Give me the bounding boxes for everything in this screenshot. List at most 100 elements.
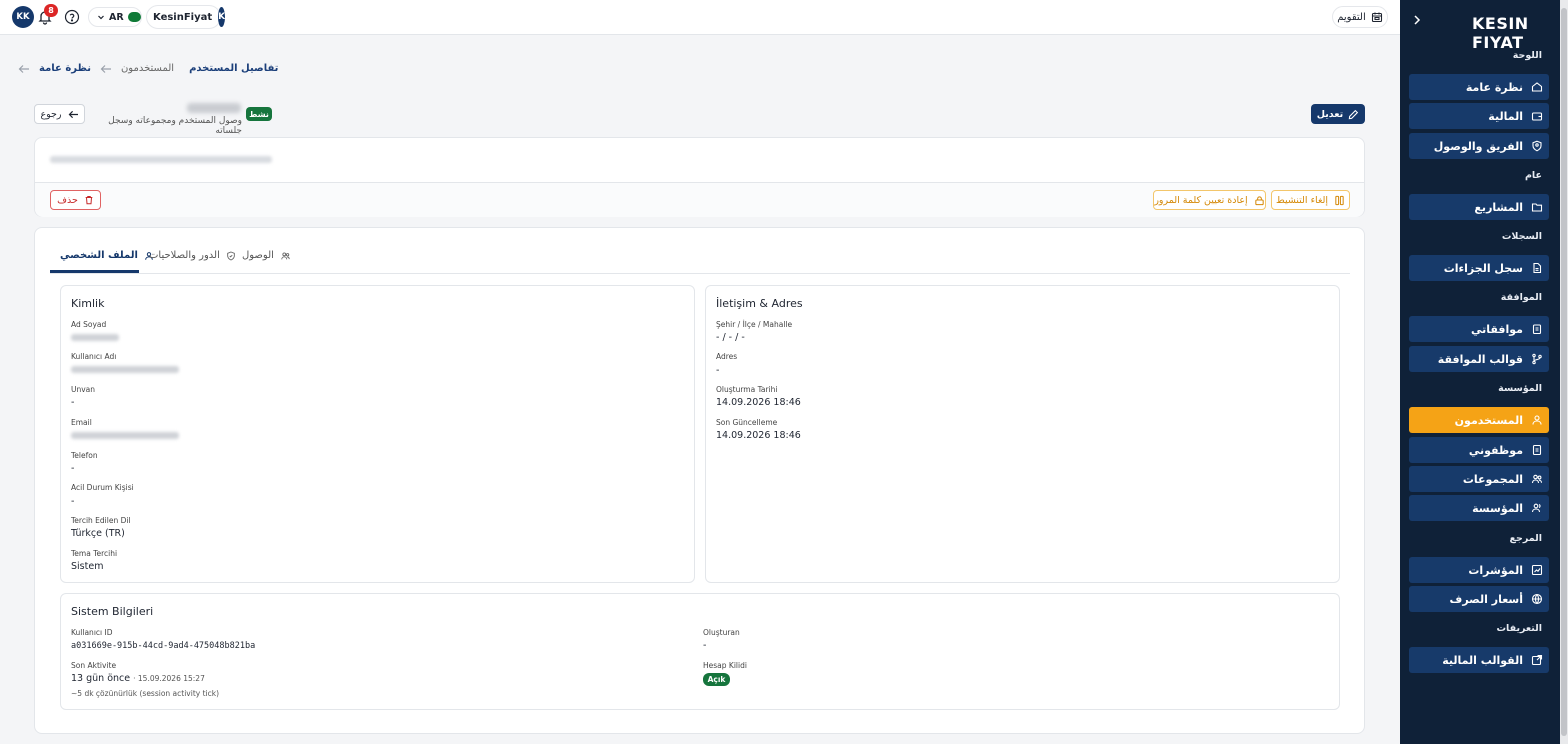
last-activity-relative: 13 gün önce <box>71 673 131 684</box>
sidebar-item-label: القوالب المالية <box>1442 653 1523 667</box>
section-dashboard: اللوحة <box>1512 50 1542 61</box>
field-label: Şehir / İlçe / Mahalle <box>716 320 793 329</box>
tab-roles[interactable]: الدور والصلاحيات <box>149 250 236 261</box>
field-value: 14.09.2026 18:46 <box>716 430 801 441</box>
edit-button[interactable]: تعديل <box>1311 104 1365 124</box>
sidebar-item-my-employees[interactable]: موظفوني <box>1409 437 1549 463</box>
field-label: Unvan <box>71 385 96 394</box>
arrow-left-icon <box>18 64 29 73</box>
sidebar-item-users[interactable]: المستخدمون <box>1409 407 1549 433</box>
language-code: AR <box>109 11 124 23</box>
field-value: 14.09.2026 18:46 <box>716 397 801 408</box>
wallet-icon <box>1531 112 1543 121</box>
sidebar-item-label: المؤشرات <box>1468 563 1523 577</box>
calendar-icon <box>1371 12 1382 23</box>
globe-icon <box>1531 593 1543 605</box>
sidebar-item-organization[interactable]: المؤسسة <box>1409 495 1549 521</box>
tab-label: الملف الشخصي <box>60 250 138 261</box>
chevron-down-icon <box>98 15 104 20</box>
field-label: Hesap Kilidi <box>703 661 747 670</box>
trash-icon <box>85 196 93 205</box>
sidebar-item-label: سجل الجزاءات <box>1443 261 1523 275</box>
tab-profile[interactable]: الملف الشخصي <box>60 250 154 261</box>
section-records: السجلات <box>1501 231 1542 242</box>
sidebar-item-exchange-rates[interactable]: أسعار الصرف <box>1409 586 1549 612</box>
sidebar-item-label: الفريق والوصول <box>1433 139 1523 153</box>
sidebar-item-label: المؤسسة <box>1472 501 1523 515</box>
tab-label: الدور والصلاحيات <box>149 250 220 261</box>
page-subtitle: وصول المستخدم ومجموعاته وسجل جلساته <box>108 116 242 136</box>
users-icon <box>1531 474 1543 484</box>
delete-button[interactable]: حذف <box>50 190 101 210</box>
section-definitions: التعريفات <box>1496 623 1543 634</box>
deactivate-button[interactable]: إلغاء التنشيط <box>1271 190 1350 210</box>
back-label: رجوع <box>40 108 62 120</box>
full-name-redacted <box>71 334 119 341</box>
chevron-left-icon[interactable] <box>1410 13 1424 27</box>
field-label: Son Güncelleme <box>716 418 778 427</box>
tab-access[interactable]: الوصول <box>242 250 291 261</box>
sidebar-item-groups[interactable]: المجموعات <box>1409 466 1549 492</box>
sidebar-item-penalty-log[interactable]: سجل الجزاءات <box>1409 255 1549 281</box>
org-avatar: K <box>218 7 226 27</box>
edit-label: تعديل <box>1316 108 1344 120</box>
field-label: Tercih Edilen Dil <box>71 516 131 525</box>
sidebar-item-label: موظفوني <box>1468 443 1523 457</box>
tabs-divider <box>50 273 1350 274</box>
breadcrumb-current: تفاصيل المستخدم <box>189 63 279 74</box>
pencil-icon <box>1348 109 1359 119</box>
breadcrumb-users[interactable]: المستخدمون <box>121 63 174 74</box>
sidebar-item-overview[interactable]: نظرة عامة <box>1409 74 1549 100</box>
section-general: عام <box>1524 170 1542 181</box>
field-label: Ad Soyad <box>71 320 107 329</box>
field-label: Acil Durum Kişisi <box>71 483 134 492</box>
breadcrumb-overview[interactable]: نظرة عامة <box>39 63 91 74</box>
sidebar-item-indicators[interactable]: المؤشرات <box>1409 557 1549 583</box>
help-icon[interactable] <box>64 9 80 25</box>
sidebar-item-label: المالية <box>1488 109 1523 123</box>
sidebar-item-finance[interactable]: المالية <box>1409 103 1549 129</box>
calendar-label: التقويم <box>1337 11 1366 23</box>
users-icon <box>281 251 290 259</box>
scrollbar-thumb[interactable] <box>1561 8 1567 736</box>
calendar-button[interactable]: التقويم <box>1332 6 1388 28</box>
scrollbar[interactable] <box>1560 0 1568 744</box>
field-value: Türkçe (TR) <box>71 528 125 539</box>
field-label: Tema Tercihi <box>71 549 118 558</box>
last-activity-time: · 15.09.2026 15:27 <box>133 674 205 683</box>
git-branch-icon <box>1532 353 1542 365</box>
language-selector[interactable]: AR <box>88 7 142 27</box>
back-button[interactable]: رجوع <box>34 104 85 124</box>
external-link-icon <box>1531 654 1543 666</box>
field-label: Telefon <box>71 451 98 460</box>
home-icon <box>1531 82 1543 92</box>
section-title: Kimlik <box>71 297 105 310</box>
system-info-section: Sistem Bilgileri Kullanıcı ID a031669e-9… <box>60 593 1340 710</box>
field-value: - / - / - <box>716 332 745 343</box>
field-label: Kullanıcı ID <box>71 628 113 637</box>
reset-password-button[interactable]: إعادة تعيين كلمة المرور <box>1153 190 1266 210</box>
section-title: Sistem Bilgileri <box>71 605 154 618</box>
field-label: Adres <box>716 352 738 361</box>
user-icon <box>1532 415 1542 425</box>
sidebar-item-financial-templates[interactable]: القوالب المالية <box>1409 647 1549 673</box>
sidebar-item-projects[interactable]: المشاريع <box>1409 194 1549 220</box>
arrow-left-icon <box>68 110 78 118</box>
contact-section: İletişim & Adres Şehir / İlçe / Mahalle … <box>705 285 1340 583</box>
file-icon <box>1533 262 1542 274</box>
account-lock-badge: Açık <box>703 673 730 686</box>
sidebar-item-my-approvals[interactable]: موافقاتي <box>1409 316 1549 342</box>
section-reference: المرجع <box>1509 533 1542 544</box>
clipboard-icon <box>1532 324 1542 335</box>
sidebar-item-label: موافقاتي <box>1471 322 1523 336</box>
sidebar-item-team-access[interactable]: الفريق والوصول <box>1409 133 1549 159</box>
user-avatar[interactable]: KK <box>12 6 34 28</box>
field-label: Kullanıcı Adı <box>71 352 117 361</box>
section-organization: المؤسسة <box>1498 383 1542 394</box>
resolution-note: ~5 dk çözünürlük (session activity tick) <box>71 689 220 698</box>
sidebar-item-approval-templates[interactable]: قوالب الموافقة <box>1409 346 1549 372</box>
tab-label: الوصول <box>242 250 274 261</box>
field-value: Sistem <box>71 561 104 572</box>
org-switcher[interactable]: KesinFiyat K <box>146 5 226 29</box>
sidebar-item-label: أسعار الصرف <box>1449 592 1523 606</box>
